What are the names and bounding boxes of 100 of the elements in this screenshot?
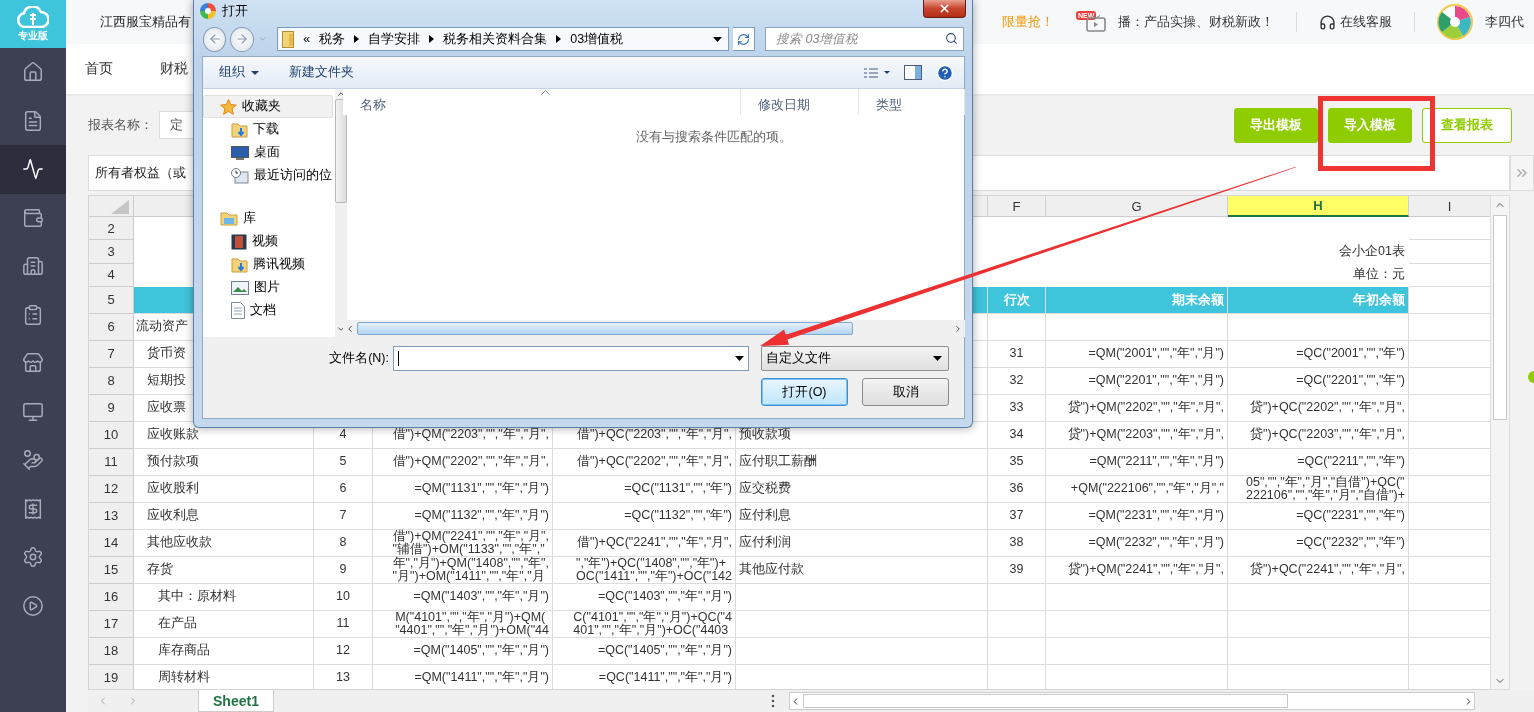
breadcrumb[interactable]: 03增值税 — [570, 30, 624, 48]
table-cell: =QC("1403","","年","月") — [553, 583, 736, 611]
caret-icon[interactable] — [735, 356, 744, 361]
table-cell: 贷")+QM("2202","","年","月", — [1046, 394, 1228, 422]
table-cell: 应收利息 — [134, 502, 314, 530]
row-header[interactable]: 13 — [89, 502, 134, 530]
logo-label: 专业版 — [18, 28, 48, 43]
row-header[interactable]: 16 — [89, 583, 134, 611]
nav-item[interactable]: 腾讯视频 — [203, 253, 333, 276]
back-button[interactable] — [203, 26, 227, 52]
row-header[interactable]: 4 — [89, 263, 134, 287]
table-cell: 贷")+QC("2241","","年","月", — [1228, 556, 1409, 584]
support-link[interactable]: 在线客服 — [1340, 13, 1392, 31]
breadcrumb[interactable]: 自学安排 — [368, 30, 421, 48]
view-list-icon[interactable] — [864, 67, 890, 78]
table-cell: 34 — [988, 421, 1046, 449]
nav-item[interactable]: 图片 — [203, 276, 333, 299]
open-button[interactable]: 打开(O) — [761, 378, 848, 406]
headset-icon — [1319, 13, 1336, 31]
table-cell: 应付利息 — [736, 502, 988, 530]
address-bar[interactable]: « 税务 自学安排 税务相关资料合集 03增值税 — [277, 27, 729, 51]
file-type-select[interactable]: 自定义文件 — [761, 346, 949, 371]
new-folder-button[interactable]: 新建文件夹 — [289, 64, 354, 81]
table-cell: =QM("1403","","年","月") — [373, 583, 553, 611]
breadcrumb[interactable]: 税务 — [319, 30, 346, 48]
row-header[interactable]: 15 — [89, 556, 134, 584]
caret-icon — [933, 356, 942, 361]
separator-icon[interactable] — [556, 35, 562, 43]
row-header[interactable]: 9 — [89, 394, 134, 422]
preview-pane-icon[interactable] — [904, 65, 922, 80]
path-overflow[interactable]: « — [303, 32, 311, 46]
row-header[interactable]: 11 — [89, 448, 134, 476]
sort-caret-icon — [541, 90, 550, 95]
forward-button[interactable] — [230, 26, 254, 52]
nav-item[interactable]: 最近访问的位 — [203, 164, 333, 187]
broadcast-text[interactable]: 播：产品实操、财税新政！ — [1118, 13, 1274, 31]
separator-icon[interactable] — [354, 35, 360, 43]
table-cell: 在产品 — [134, 610, 314, 638]
monitor-icon — [231, 145, 249, 160]
cancel-button[interactable]: 取消 — [862, 378, 949, 406]
header-cell: 年初余额 — [1228, 286, 1409, 314]
splitter-icon[interactable] — [771, 694, 775, 708]
breadcrumb[interactable]: 税务相关资料合集 — [443, 30, 548, 48]
row-header[interactable]: 6 — [89, 313, 134, 341]
caret-icon[interactable] — [712, 36, 722, 42]
sidebar-item[interactable] — [0, 145, 66, 194]
table-cell: +QM("222106","","年","月"," — [1046, 475, 1228, 503]
table-cell: 贷")+QM("2241","","年","月", — [1046, 556, 1228, 584]
help-icon[interactable] — [936, 63, 954, 82]
vertical-scrollbar[interactable] — [1490, 195, 1510, 690]
column-header[interactable]: F — [988, 196, 1046, 217]
store-icon — [22, 352, 44, 375]
nav-group[interactable]: 库 — [203, 207, 333, 230]
table-cell: =QC("2211","","年") — [1228, 448, 1409, 476]
table-cell: 05","","年","月","自借")+QC(" 222106","","年","月","自借")+ — [1228, 475, 1409, 503]
file-column-header[interactable]: 名称 — [343, 89, 741, 115]
nav-item[interactable]: 视频 — [203, 230, 333, 253]
table-cell: 9 — [314, 556, 373, 584]
user-name[interactable]: 李四代 — [1485, 13, 1524, 31]
horizontal-scrollbar[interactable] — [789, 692, 1475, 710]
row-header[interactable]: 5 — [89, 286, 134, 314]
row-header[interactable]: 12 — [89, 475, 134, 503]
table-cell: C("4101","","年","月")+QC("4 401","","年","月")+OC("4403 — [553, 610, 736, 638]
nav-scrollbar[interactable] — [335, 89, 347, 337]
sheet-tab[interactable]: Sheet1 — [198, 690, 274, 712]
nav-link[interactable]: 首页 — [85, 60, 113, 78]
row-header[interactable]: 10 — [89, 421, 134, 449]
row-header[interactable]: 2 — [89, 217, 134, 241]
row-header[interactable]: 7 — [89, 340, 134, 368]
row-header[interactable]: 8 — [89, 367, 134, 395]
table-cell: =QM("1131","","年","月") — [373, 475, 553, 503]
row-header[interactable]: 3 — [89, 240, 134, 264]
refresh-button[interactable] — [732, 27, 755, 51]
column-header[interactable]: H — [1228, 196, 1409, 217]
nav-item[interactable]: 桌面 — [203, 141, 333, 164]
table-cell: 12 — [314, 637, 373, 665]
row-header[interactable]: 19 — [89, 664, 134, 689]
row-header[interactable]: 17 — [89, 610, 134, 638]
column-header[interactable]: G — [1046, 196, 1228, 217]
row-header[interactable]: 18 — [89, 637, 134, 665]
empty-message: 没有与搜索条件匹配的项。 — [636, 129, 792, 146]
row-header[interactable]: 14 — [89, 529, 134, 557]
table-cell: 39 — [988, 556, 1046, 584]
search-icon — [945, 32, 958, 45]
nav-group[interactable]: 收藏夹 — [203, 95, 333, 118]
file-name-field[interactable] — [393, 346, 749, 371]
column-header[interactable]: I — [1409, 196, 1490, 217]
recent-places-icon — [231, 167, 249, 184]
left-arrow-icon — [207, 32, 222, 46]
avatar-icon[interactable] — [1437, 4, 1473, 40]
table-cell — [988, 610, 1046, 638]
settings-icon — [22, 546, 44, 569]
cloud-icon — [17, 5, 49, 28]
table-cell: 库存商品 — [134, 637, 314, 665]
separator-icon[interactable] — [429, 35, 435, 43]
horizontal-scrollbar[interactable] — [343, 320, 965, 337]
nav-link[interactable]: 财税 — [160, 60, 188, 78]
organize-menu[interactable]: 组织 — [219, 64, 259, 81]
search-field[interactable]: 搜索 03增值税 — [765, 27, 964, 51]
close-button[interactable] — [923, 0, 966, 18]
